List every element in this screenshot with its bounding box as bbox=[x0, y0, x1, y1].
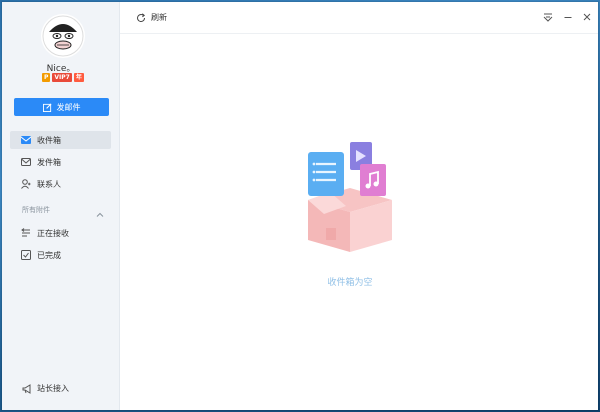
inbox-icon bbox=[21, 135, 31, 145]
sidebar-item-outbox[interactable]: 发件箱 bbox=[10, 153, 111, 171]
user-badges: P VIP7 年 bbox=[42, 73, 84, 82]
avatar-face-icon bbox=[42, 15, 84, 57]
sidebar-item-label: 已完成 bbox=[37, 250, 61, 260]
empty-inbox-message: 收件箱为空 bbox=[327, 278, 373, 288]
badge-year: 年 bbox=[73, 73, 84, 82]
sidebar-item-contacts[interactable]: 联系人 bbox=[10, 175, 111, 193]
refresh-button[interactable]: 刷新 bbox=[136, 12, 167, 23]
minimize-icon[interactable] bbox=[562, 11, 574, 23]
attachments-section-label: 所有附件 bbox=[22, 206, 50, 214]
refresh-label: 刷新 bbox=[151, 13, 167, 22]
webmaster-access-label: 站长接入 bbox=[37, 384, 69, 393]
badge-vip: VIP7 bbox=[52, 73, 72, 82]
avatar[interactable] bbox=[41, 14, 85, 58]
receiving-icon bbox=[21, 228, 31, 238]
megaphone-icon bbox=[22, 383, 31, 394]
compose-button[interactable]: 发邮件 bbox=[14, 98, 109, 116]
chevron-up-icon[interactable] bbox=[95, 205, 105, 217]
checklist-icon bbox=[21, 250, 31, 260]
empty-box-illustration bbox=[300, 140, 400, 260]
main-pane: 刷新 收件箱为空 bbox=[120, 2, 598, 410]
sidebar-item-receiving[interactable]: 正在接收 bbox=[10, 224, 111, 242]
sidebar-item-inbox[interactable]: 收件箱 bbox=[10, 131, 111, 149]
edit-icon bbox=[42, 103, 51, 112]
compose-label: 发邮件 bbox=[56, 102, 81, 112]
close-icon[interactable] bbox=[581, 11, 593, 23]
toolbar: 刷新 bbox=[120, 2, 598, 34]
webmaster-access-link[interactable]: 站长接入 bbox=[22, 383, 69, 394]
filter-icon[interactable] bbox=[542, 11, 554, 23]
refresh-icon bbox=[137, 12, 146, 22]
sidebar-item-completed[interactable]: 已完成 bbox=[10, 246, 111, 264]
app-window: Nice。 P VIP7 年 发邮件 收件箱 发件箱 联系人 所有附件 正在接收… bbox=[2, 2, 598, 410]
sidebar-item-label: 收件箱 bbox=[37, 135, 61, 145]
sidebar-item-label: 正在接收 bbox=[37, 228, 69, 238]
contacts-icon bbox=[21, 179, 31, 189]
mail-icon bbox=[21, 157, 31, 167]
badge-p: P bbox=[42, 73, 51, 82]
sidebar: Nice。 P VIP7 年 发邮件 收件箱 发件箱 联系人 所有附件 正在接收… bbox=[2, 2, 120, 410]
sidebar-item-label: 联系人 bbox=[37, 179, 61, 189]
sidebar-item-label: 发件箱 bbox=[37, 157, 61, 167]
